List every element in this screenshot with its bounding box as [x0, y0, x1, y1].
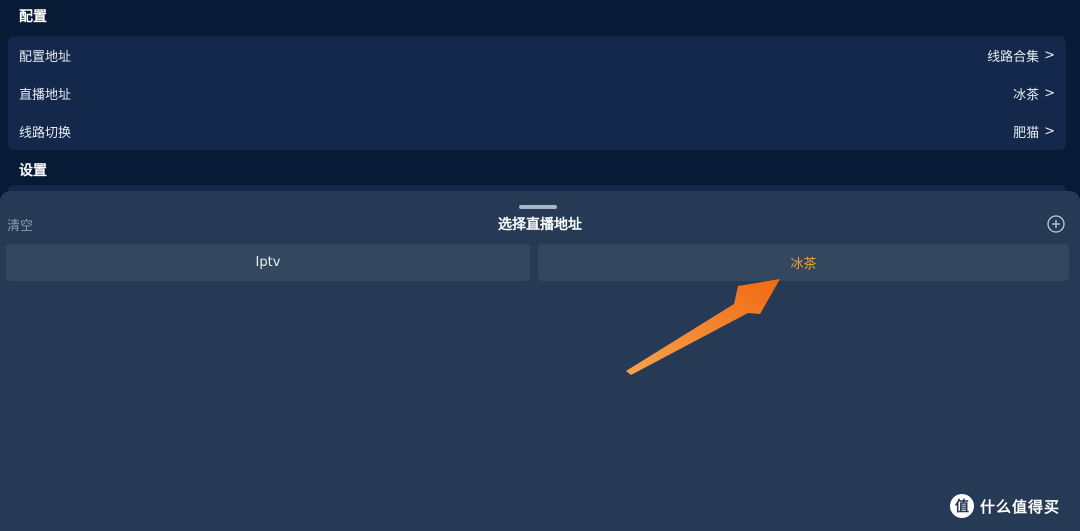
chevron-right-icon: > — [1044, 123, 1055, 139]
chevron-right-icon: > — [1044, 47, 1055, 63]
config-address-row[interactable]: 配置地址 线路合集 > — [8, 36, 1066, 74]
watermark-text: 什么值得买 — [980, 497, 1061, 516]
route-switch-value-group: 肥猫 > — [1013, 122, 1055, 141]
config-card: 配置地址 线路合集 > 直播地址 冰茶 > 线路切换 肥猫 > — [8, 36, 1066, 150]
live-address-value-group: 冰茶 > — [1013, 84, 1055, 103]
config-address-value-group: 线路合集 > — [987, 46, 1055, 65]
settings-section-title: 设置 — [19, 163, 47, 179]
screen: 配置 配置地址 线路合集 > 直播地址 冰茶 > 线路切换 肥猫 > 设置 清空… — [0, 0, 1080, 531]
sheet-title: 选择直播地址 — [498, 217, 582, 233]
config-address-label: 配置地址 — [19, 49, 72, 65]
live-address-label: 直播地址 — [19, 87, 72, 103]
option-bingcha[interactable]: 冰茶 — [538, 244, 1069, 281]
plus-circle-icon[interactable] — [1047, 215, 1065, 233]
watermark: 值 什么值得买 — [950, 494, 1060, 518]
route-switch-label: 线路切换 — [19, 125, 72, 141]
route-switch-row[interactable]: 线路切换 肥猫 > — [8, 112, 1066, 150]
sheet-drag-handle[interactable] — [519, 205, 557, 209]
chevron-right-icon: > — [1044, 85, 1055, 101]
route-switch-value: 肥猫 — [1013, 125, 1040, 141]
smzdm-logo: 值 — [950, 494, 974, 518]
live-address-value: 冰茶 — [1013, 87, 1040, 103]
select-live-address-sheet: 清空 选择直播地址 Iptv 冰茶 — [0, 191, 1080, 531]
live-address-row[interactable]: 直播地址 冰茶 > — [8, 74, 1066, 112]
option-iptv[interactable]: Iptv — [6, 244, 530, 281]
config-section-title: 配置 — [19, 9, 47, 25]
config-address-value: 线路合集 — [987, 49, 1040, 65]
